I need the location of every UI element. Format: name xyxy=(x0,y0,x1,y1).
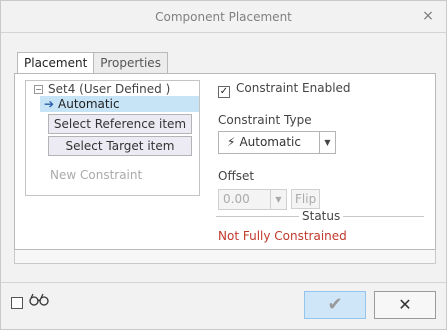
constraint-type-select[interactable]: ⚡ Automatic ▼ xyxy=(218,131,336,154)
dialog-content: Placement Properties − Set4 (User Defined… xyxy=(1,34,446,281)
panel-lower-strip xyxy=(14,250,436,264)
tree-root-set4[interactable]: − Set4 (User Defined ) xyxy=(34,81,170,97)
constraint-type-label: Constraint Type xyxy=(218,113,312,127)
cancel-button[interactable]: ✕ xyxy=(374,291,436,319)
tree-item-automatic[interactable]: ➔ Automatic xyxy=(40,96,199,112)
glasses-svg xyxy=(29,293,49,306)
preview-checkbox[interactable] xyxy=(11,297,23,309)
tab-strip: Placement Properties xyxy=(17,52,168,74)
constraint-enabled-label: Constraint Enabled xyxy=(236,81,351,95)
chevron-down-icon[interactable]: ▼ xyxy=(319,132,335,153)
offset-combo[interactable]: 0.00 ▼ xyxy=(218,189,287,210)
dialog-title: Component Placement xyxy=(155,10,292,24)
arrow-right-icon: ➔ xyxy=(43,97,55,111)
status-value: Not Fully Constrained xyxy=(218,229,347,243)
flip-button[interactable]: Flip xyxy=(291,189,321,209)
tree-root-label: Set4 (User Defined ) xyxy=(48,82,171,96)
collapse-icon[interactable]: − xyxy=(34,85,43,94)
tree-item-label: Automatic xyxy=(58,97,120,111)
new-constraint-item[interactable]: New Constraint xyxy=(50,168,142,182)
close-icon[interactable]: × xyxy=(418,6,438,26)
status-label: Status xyxy=(299,209,344,223)
close-icon: ✕ xyxy=(398,295,412,314)
constraint-type-value: ⚡ Automatic xyxy=(227,135,301,149)
checkmark-icon: ✔ xyxy=(327,294,343,315)
select-target-button[interactable]: Select Target item xyxy=(48,136,192,156)
chevron-down-icon[interactable]: ▼ xyxy=(270,190,286,209)
offset-label: Offset xyxy=(218,169,255,183)
title-bar: Component Placement × xyxy=(1,1,446,33)
constraint-enabled-row[interactable]: ✓ Constraint Enabled xyxy=(218,81,351,98)
ok-button[interactable]: ✔ xyxy=(304,291,366,319)
lightning-icon: ⚡ xyxy=(227,135,236,149)
dialog-footer: ✔ ✕ xyxy=(1,282,446,329)
component-placement-dialog: Component Placement × Placement Properti… xyxy=(0,0,447,330)
glasses-icon xyxy=(29,293,49,311)
select-reference-button[interactable]: Select Reference item xyxy=(48,114,192,134)
tab-properties[interactable]: Properties xyxy=(93,52,168,74)
constraint-enabled-checkbox[interactable]: ✓ xyxy=(218,86,230,98)
tab-placement[interactable]: Placement xyxy=(17,52,95,74)
offset-value: 0.00 xyxy=(223,192,250,206)
